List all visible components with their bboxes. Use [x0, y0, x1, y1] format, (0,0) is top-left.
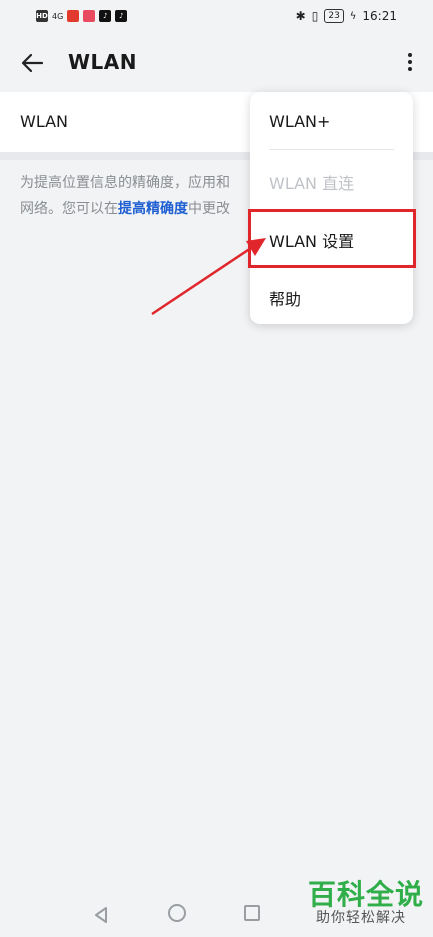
wlan-label: WLAN	[20, 112, 69, 131]
menu-divider	[269, 149, 394, 150]
back-button[interactable]	[20, 50, 46, 76]
arrow-left-icon	[21, 53, 44, 73]
nav-back-icon[interactable]	[92, 906, 110, 924]
charging-icon: ϟ	[349, 10, 357, 22]
status-left: HD 4G ♪ ♪	[36, 10, 128, 22]
tiktok-icon: ♪	[99, 10, 112, 22]
more-vertical-icon	[408, 53, 412, 57]
app-notification-icon	[83, 10, 96, 22]
menu-item-wlan-plus[interactable]: WLAN+	[269, 112, 330, 131]
improve-accuracy-link[interactable]: 提高精确度	[118, 201, 188, 217]
bluetooth-icon: ✱	[295, 9, 306, 23]
vibrate-icon: ▯	[311, 9, 319, 23]
status-bar: HD 4G ♪ ♪ ✱ ▯ 23 ϟ 16:21	[0, 0, 433, 34]
nav-recents-icon[interactable]	[244, 905, 260, 921]
page-title: WLAN	[68, 50, 138, 74]
more-options-button[interactable]	[405, 50, 415, 76]
status-right: ✱ ▯ 23 ϟ 16:21	[296, 9, 397, 23]
clock: 16:21	[362, 9, 397, 23]
menu-item-wlan-direct: WLAN 直连	[269, 174, 355, 193]
menu-item-help[interactable]: 帮助	[269, 286, 301, 310]
network-4g-icon: 4G	[52, 11, 64, 21]
nav-home-icon[interactable]	[168, 904, 186, 922]
overflow-menu: WLAN+ WLAN 直连 WLAN 设置 帮助	[250, 92, 413, 324]
location-accuracy-description: 为提高位置信息的精确度，应用和 网络。您可以在提高精确度中更改	[20, 170, 280, 222]
hd-icon: HD	[36, 10, 48, 22]
description-text: 为提高位置信息的精确度，应用和	[20, 175, 230, 191]
description-text: 中更改	[188, 201, 230, 217]
app-bar: WLAN	[0, 34, 433, 92]
app-notification-icon	[67, 10, 80, 22]
description-text: 网络。您可以在	[20, 201, 118, 217]
battery-icon: 23	[324, 9, 344, 23]
watermark-subtitle: 助你轻松解决	[316, 910, 406, 926]
tiktok-icon: ♪	[115, 10, 128, 22]
annotation-highlight-box	[248, 209, 416, 268]
